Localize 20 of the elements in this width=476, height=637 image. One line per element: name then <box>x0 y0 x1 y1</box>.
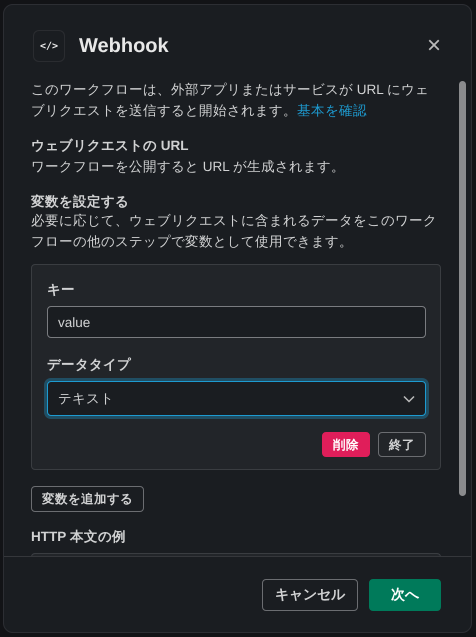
learn-more-link[interactable]: 基本を確認 <box>297 103 367 118</box>
field-label: キー <box>47 281 76 299</box>
dialog-title: Webhook <box>79 34 170 58</box>
section-heading: ウェブリクエストの URL <box>31 137 190 155</box>
cancel-button[interactable]: キャンセル <box>262 578 358 610</box>
close-button[interactable]: × <box>424 34 443 58</box>
next-button[interactable]: 次へ <box>369 578 441 610</box>
key-input[interactable]: value <box>47 306 426 338</box>
section-text: ワークフローを公開すると URL が生成されます。 <box>31 158 346 176</box>
delete-button[interactable]: 削除 <box>322 432 370 457</box>
section-heading: 変数を設定する <box>31 193 130 211</box>
field-label: データタイプ <box>47 356 132 374</box>
section-text: 必要に応じて、ウェブリクエストに含まれるデータをこのワークフローの他のステップで変数として使用できます。 <box>31 212 438 251</box>
add-variable-button[interactable]: 変数を追加する <box>31 486 144 512</box>
section-heading: HTTP 本文の例 <box>31 528 127 546</box>
data-type-select[interactable]: テキスト <box>47 381 426 416</box>
intro-text: このワークフローは、外部アプリまたはサービスが URL にウェブリクエストを送信すると開始されます。基本を確認 <box>31 81 430 120</box>
code-icon: </> <box>33 30 65 62</box>
chevron-icon <box>403 394 415 402</box>
done-button[interactable]: 終了 <box>378 432 426 457</box>
